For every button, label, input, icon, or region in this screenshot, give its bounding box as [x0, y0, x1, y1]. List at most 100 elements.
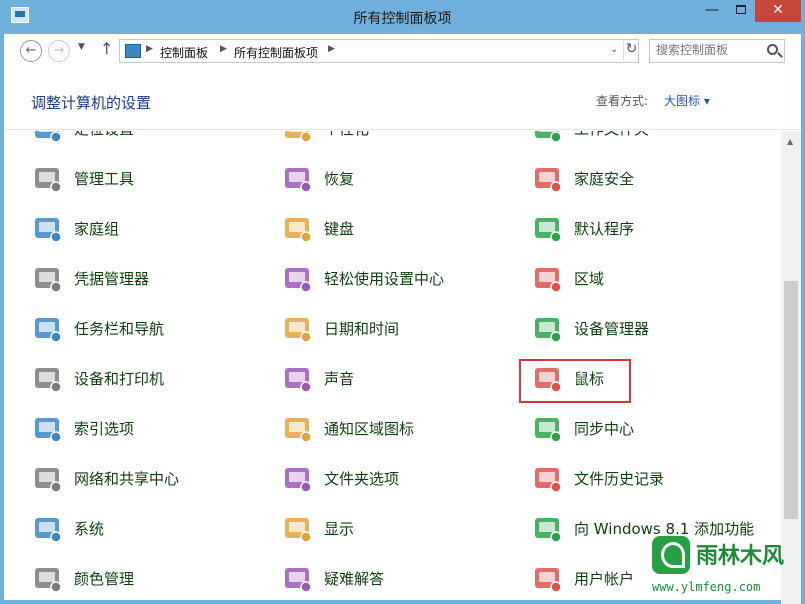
taskbar-icon [32, 313, 64, 345]
watermark-url: www.ylmfeng.com [652, 580, 761, 594]
control-panel-item-label: 文件夹选项 [324, 470, 400, 488]
control-panel-item[interactable]: 个性化 [282, 131, 512, 149]
control-panel-item[interactable]: 任务栏和导航 [32, 309, 262, 349]
control-panel-item-label: 管理工具 [74, 170, 135, 188]
network-icon [32, 463, 64, 495]
breadcrumb[interactable]: ▶ 控制面板 ▶ 所有控制面板项 ▶ ⌄ ↻ [119, 39, 639, 63]
breadcrumb-separator[interactable]: ▶ [146, 44, 153, 54]
control-panel-item-label: 设备和打印机 [74, 370, 165, 388]
breadcrumb-control-panel[interactable]: 控制面板 [160, 44, 208, 61]
minimize-button[interactable]: — [697, 0, 727, 22]
scrollbar-thumb[interactable] [784, 281, 798, 519]
devices-printers-icon [32, 363, 64, 395]
back-button[interactable]: ← [20, 40, 42, 62]
control-panel-item[interactable]: 家庭安全 [532, 159, 762, 199]
control-panel-item[interactable]: 家庭组 [32, 209, 262, 249]
control-panel-item[interactable]: 显示 [282, 509, 512, 549]
work-folders-icon [532, 131, 564, 145]
recovery-icon [282, 163, 314, 195]
folder-options-icon [282, 463, 314, 495]
control-panel-item[interactable]: 同步中心 [532, 409, 762, 449]
control-panel-item[interactable]: 索引选项 [32, 409, 262, 449]
troubleshooting-icon [282, 563, 314, 595]
control-panel-item[interactable]: 恢复 [282, 159, 512, 199]
control-panel-item[interactable]: 文件夹选项 [282, 459, 512, 499]
control-panel-item[interactable]: 工作文件夹 [532, 131, 762, 149]
mouse-icon [532, 363, 564, 395]
control-panel-item-label: 疑难解答 [324, 570, 385, 588]
control-panel-item[interactable]: 轻松使用设置中心 [282, 259, 512, 299]
family-safety-icon [532, 163, 564, 195]
control-panel-item[interactable]: 鼠标 [532, 359, 762, 399]
control-panel-item[interactable]: 系统 [32, 509, 262, 549]
refresh-button[interactable]: ↻ [623, 41, 639, 61]
homegroup-icon [32, 213, 64, 245]
maximize-button[interactable] [727, 0, 755, 22]
breadcrumb-separator[interactable]: ▶ [328, 44, 335, 54]
title-bar[interactable]: 所有控制面板项 — ✕ [4, 0, 801, 34]
default-programs-icon [532, 213, 564, 245]
control-panel-item-label: 设备管理器 [574, 320, 650, 338]
control-panel-item-label: 凭据管理器 [74, 270, 150, 288]
up-button[interactable]: ↑ [100, 39, 113, 58]
address-bar: ← → ▼ ↑ ▶ 控制面板 ▶ 所有控制面板项 ▶ ⌄ ↻ [4, 34, 801, 70]
control-panel-item-label: 显示 [324, 520, 355, 538]
personalization-icon [282, 131, 314, 145]
indexing-icon [32, 413, 64, 445]
control-panel-item[interactable]: 文件历史记录 [532, 459, 762, 499]
credential-manager-icon [32, 263, 64, 295]
maximize-icon [736, 5, 746, 14]
forward-button[interactable]: → [48, 40, 70, 62]
control-panel-item-label: 定位设置 [74, 131, 134, 139]
control-panel-item-label: 恢复 [324, 170, 355, 188]
breadcrumb-all-items[interactable]: 所有控制面板项 [234, 44, 318, 61]
control-panel-item[interactable]: 设备和打印机 [32, 359, 262, 399]
search-icon[interactable] [767, 44, 778, 55]
control-panel-item[interactable]: 网络和共享中心 [32, 459, 262, 499]
control-panel-item-label: 键盘 [324, 220, 355, 238]
control-panel-item-label: 默认程序 [574, 220, 635, 238]
close-button[interactable]: ✕ [755, 0, 801, 22]
control-panel-item[interactable]: 通知区域图标 [282, 409, 512, 449]
system-icon [32, 513, 64, 545]
control-panel-item[interactable]: 定位设置 [32, 131, 262, 149]
device-manager-icon [532, 313, 564, 345]
location-settings-icon [32, 131, 64, 145]
keyboard-icon [282, 213, 314, 245]
control-panel-items: 定位设置 个性化 工作文件夹管理工具 恢复 家庭安全家庭组 键盘 默认程序凭据管理器 轻松使用… [4, 131, 781, 604]
control-panel-item-label: 日期和时间 [324, 320, 400, 338]
display-icon [282, 513, 314, 545]
content-header: 调整计算机的设置 查看方式: 大图标 ▾ [4, 70, 801, 130]
search-box[interactable] [649, 39, 785, 63]
control-panel-item-label: 任务栏和导航 [74, 320, 165, 338]
control-panel-item[interactable]: 设备管理器 [532, 309, 762, 349]
scroll-up-arrow[interactable]: ▲ [787, 137, 793, 146]
search-input[interactable] [656, 43, 761, 57]
admin-tools-icon [32, 163, 64, 195]
control-panel-item[interactable]: 日期和时间 [282, 309, 512, 349]
breadcrumb-separator[interactable]: ▶ [220, 44, 227, 54]
control-panel-item-label: 区域 [574, 270, 605, 288]
region-icon [532, 263, 564, 295]
color-management-icon [32, 563, 64, 595]
control-panel-item[interactable]: 凭据管理器 [32, 259, 262, 299]
page-title: 调整计算机的设置 [31, 94, 152, 112]
control-panel-item[interactable]: 疑难解答 [282, 559, 512, 599]
control-panel-item[interactable]: 颜色管理 [32, 559, 262, 599]
control-panel-item[interactable]: 声音 [282, 359, 512, 399]
control-panel-item-label: 网络和共享中心 [74, 470, 180, 488]
control-panel-item[interactable]: 管理工具 [32, 159, 262, 199]
control-panel-window: 所有控制面板项 — ✕ ← → ▼ ↑ ▶ 控制面板 ▶ 所有控制面板项 ▶ ⌄… [0, 0, 805, 604]
recent-locations-dropdown[interactable]: ▼ [78, 42, 85, 52]
control-panel-item-label: 鼠标 [574, 370, 605, 388]
address-dropdown-button[interactable]: ⌄ [610, 44, 618, 55]
control-panel-item[interactable]: 默认程序 [532, 209, 762, 249]
date-time-icon [282, 313, 314, 345]
control-panel-item[interactable]: 键盘 [282, 209, 512, 249]
vertical-scrollbar[interactable]: ▲ [781, 131, 801, 604]
view-by-dropdown[interactable]: 大图标 ▾ [664, 92, 710, 109]
control-panel-item-label: 工作文件夹 [574, 131, 649, 139]
control-panel-item[interactable]: 区域 [532, 259, 762, 299]
control-panel-item-label: 颜色管理 [74, 570, 135, 588]
control-panel-item-label: 轻松使用设置中心 [324, 270, 445, 288]
